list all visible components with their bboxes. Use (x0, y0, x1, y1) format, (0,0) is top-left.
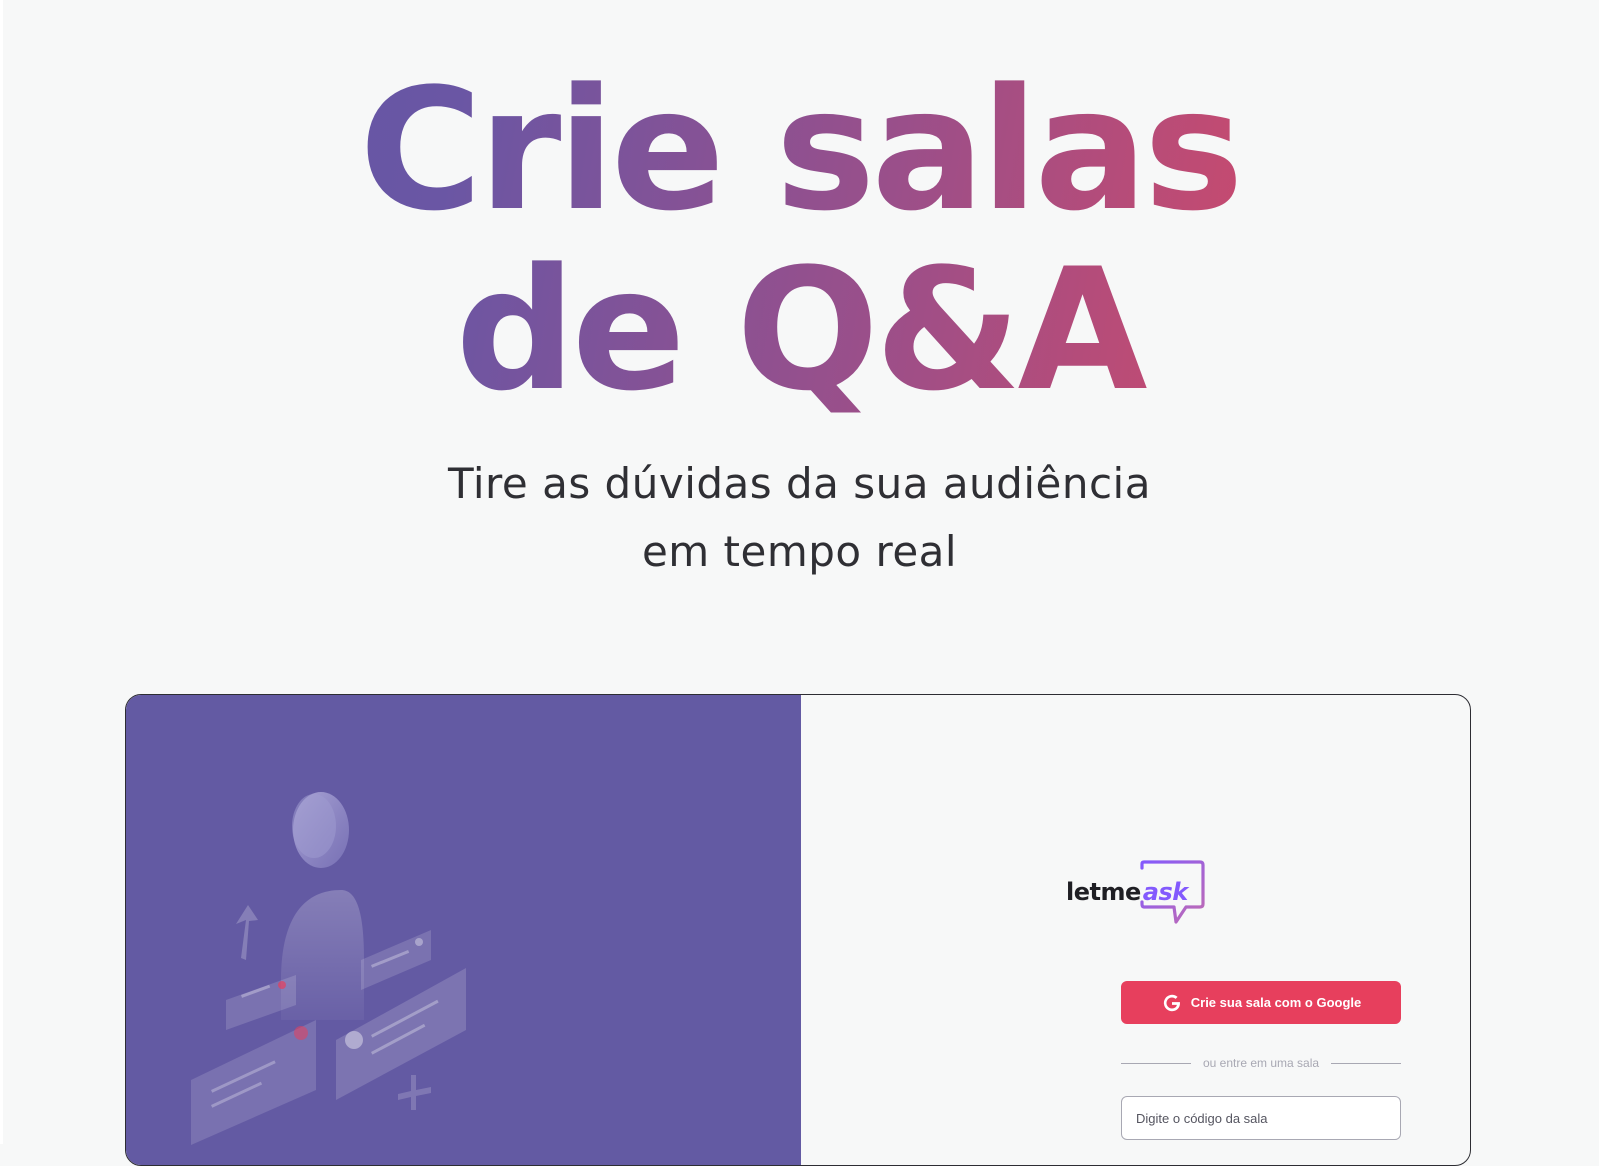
hero-subtitle-line-1: Tire as dúvidas da sua audiência (448, 459, 1151, 508)
qa-illustration (191, 792, 466, 1145)
google-icon (1163, 994, 1181, 1011)
room-code-input[interactable] (1121, 1096, 1401, 1140)
separator-rule-right (1331, 1062, 1401, 1064)
illustration-panel (126, 695, 801, 1165)
hero-title: Crie salas de Q&A (0, 60, 1599, 420)
logo-text-prefix: letme (1066, 878, 1141, 906)
auth-card: letmeask Crie sua sala com o Google ou e… (125, 694, 1471, 1166)
separator-rule-left (1121, 1062, 1191, 1064)
create-room-google-button[interactable]: Crie sua sala com o Google (1121, 981, 1401, 1024)
hero-title-line-2: de Q&A (455, 232, 1144, 428)
hero-subtitle: Tire as dúvidas da sua audiência em temp… (0, 450, 1599, 586)
separator: ou entre em uma sala (1121, 1056, 1401, 1070)
google-button-label: Crie sua sala com o Google (1190, 995, 1362, 1010)
letmeask-logo: letmeask (1066, 858, 1216, 928)
separator-label: ou entre em uma sala (1202, 1056, 1320, 1070)
hero-subtitle-line-2: em tempo real (641, 527, 958, 576)
auth-panel: letmeask Crie sua sala com o Google ou e… (801, 695, 1470, 1165)
hero: Crie salas de Q&A Tire as dúvidas da sua… (0, 60, 1599, 576)
speech-bubble-icon (1140, 860, 1205, 924)
hero-title-line-1: Crie salas (359, 52, 1240, 248)
